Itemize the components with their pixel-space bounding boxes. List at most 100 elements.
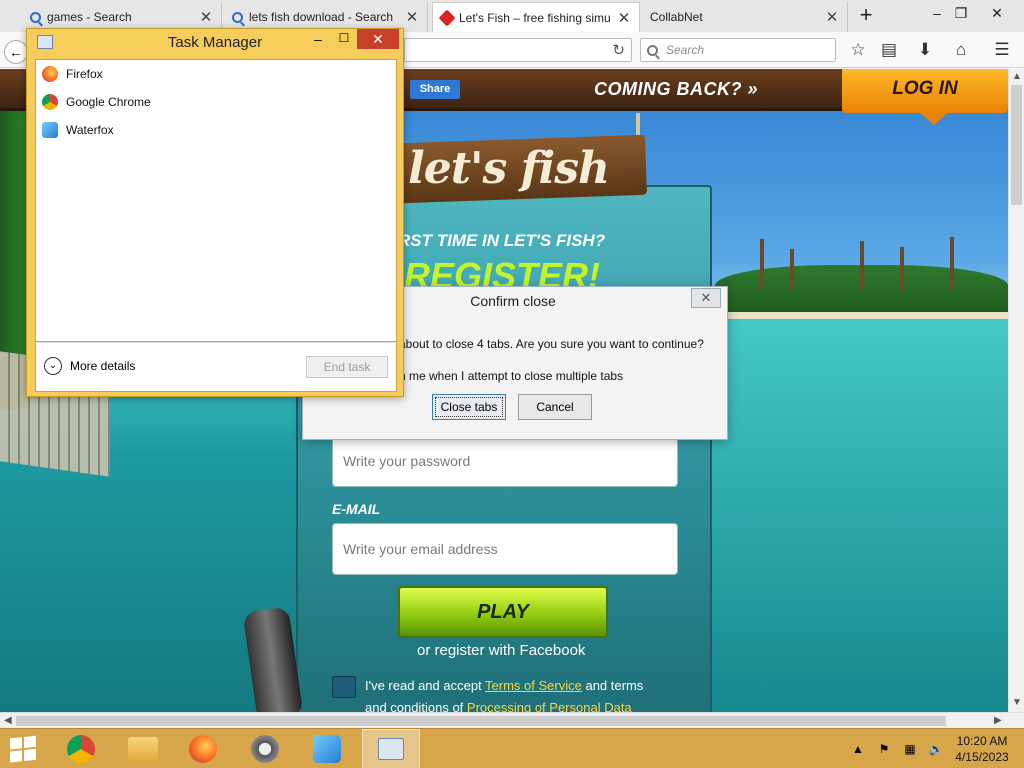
password-input[interactable]: Write your password [332, 435, 678, 487]
tab-title: CollabNet [650, 10, 703, 24]
close-icon[interactable]: ✕ [405, 8, 419, 26]
first-time-heading: RST TIME IN LET'S FISH? [398, 231, 606, 250]
reload-icon[interactable]: ↻ [612, 41, 625, 59]
terms2-prefix: and conditions of [365, 700, 467, 712]
personal-data-link[interactable]: Processing of Personal Data [467, 700, 632, 712]
task-manager-titlebar[interactable]: Task Manager – ☐ ✕ [27, 29, 403, 57]
terms-text-2: and conditions of Processing of Personal… [365, 700, 632, 712]
chrome-icon [67, 735, 95, 763]
warn-checkbox-label[interactable]: n me when I attempt to close multiple ta… [399, 369, 623, 383]
fishing-rod-decoration [242, 606, 304, 712]
coming-back-link[interactable]: COMING BACK? » [594, 79, 758, 100]
taskbar-firefox[interactable] [174, 729, 232, 768]
process-name: Google Chrome [66, 95, 151, 109]
close-tabs-button[interactable]: Close tabs [432, 394, 506, 420]
sea-decoration [700, 319, 1008, 712]
lets-fish-logo: let's fish [408, 143, 610, 194]
raccoon-icon [251, 735, 279, 763]
clock-time: 10:20 AM [956, 734, 1008, 748]
tab-collabnet[interactable]: CollabNet ✕ [642, 2, 848, 32]
minimize-button[interactable]: – [305, 31, 331, 51]
taskbar-raccoon-app[interactable] [236, 729, 294, 768]
process-list: Firefox Google Chrome Waterfox [35, 59, 397, 342]
taskbar-clock[interactable]: 10:20 AM 4/15/2023 [950, 733, 1014, 765]
windows-start-icon[interactable] [10, 735, 38, 763]
waterfox-icon [313, 735, 341, 763]
menu-icon[interactable]: ☰ [990, 39, 1014, 61]
bookmark-star-icon[interactable]: ☆ [846, 39, 870, 61]
close-icon[interactable]: ✕ [199, 8, 213, 26]
horizontal-scroll-thumb[interactable] [16, 716, 946, 726]
back-button[interactable]: ← [4, 40, 28, 64]
terms-checkbox[interactable] [332, 676, 356, 698]
facebook-register-link[interactable]: or register with Facebook [417, 642, 585, 659]
network-icon[interactable]: ▦ [902, 742, 918, 756]
taskbar-file-explorer[interactable] [114, 729, 172, 768]
chevron-up-icon[interactable]: ▲ [850, 742, 866, 756]
clock-date: 4/15/2023 [955, 750, 1009, 764]
close-icon[interactable]: ✕ [691, 288, 721, 308]
bookmarks-list-icon[interactable]: ▤ [877, 39, 901, 61]
vertical-scroll-thumb[interactable] [1011, 85, 1022, 205]
palm-tree-decoration [790, 249, 794, 289]
search-icon [30, 11, 41, 23]
scroll-up-icon[interactable]: ▲ [1012, 71, 1022, 82]
end-task-button[interactable]: End task [306, 356, 388, 378]
volume-muted-icon[interactable]: 🔈 [928, 742, 944, 756]
list-item-waterfox[interactable]: Waterfox [42, 118, 114, 142]
palm-tree-decoration [950, 237, 954, 289]
close-button[interactable]: ✕ [357, 29, 399, 49]
firefox-icon [42, 66, 58, 82]
login-button[interactable]: LOG IN [842, 69, 1008, 125]
chrome-icon [42, 94, 58, 110]
terms-text: I've read and accept Terms of Service an… [365, 678, 643, 693]
task-manager-window: Task Manager – ☐ ✕ Firefox Google Chrome… [26, 28, 404, 397]
more-details-label: More details [70, 359, 136, 373]
scroll-right-icon[interactable]: ▶ [994, 715, 1002, 726]
chevron-down-icon: ⌄ [44, 357, 62, 375]
taskbar-waterfox[interactable] [298, 729, 356, 768]
search-placeholder: Search [666, 43, 705, 57]
share-button[interactable]: Share [410, 80, 460, 99]
flag-icon[interactable]: ⚑ [876, 742, 892, 756]
vertical-scrollbar[interactable]: ▲ ▼ [1008, 69, 1024, 712]
new-tab-button[interactable]: + [852, 4, 880, 28]
tab-lets-fish[interactable]: Let's Fish – free fishing simu ✕ [432, 2, 640, 32]
search-icon [647, 44, 658, 56]
close-icon[interactable]: ✕ [825, 8, 839, 26]
search-input[interactable]: Search [640, 38, 836, 62]
task-manager-footer: ⌄ More details End task [35, 342, 397, 392]
maximize-button[interactable]: ☐ [331, 31, 357, 51]
horizontal-scrollbar[interactable]: ◀ ▶ [0, 712, 1024, 728]
close-window-button[interactable]: ✕ [980, 0, 1014, 28]
more-details-button[interactable]: ⌄ More details [44, 357, 135, 375]
email-label: E-MAIL [332, 501, 381, 517]
windows-taskbar: ▲ ⚑ ▦ 🔈 10:20 AM 4/15/2023 [0, 728, 1024, 768]
taskbar-chrome[interactable] [52, 729, 110, 768]
play-button[interactable]: PLAY [398, 586, 608, 638]
download-icon[interactable]: ⬇ [913, 39, 937, 61]
url-bar[interactable]: ↻ [404, 38, 632, 62]
palm-tree-decoration [760, 239, 764, 289]
list-item-google-chrome[interactable]: Google Chrome [42, 90, 151, 114]
home-icon[interactable]: ⌂ [949, 39, 973, 61]
palm-tree-decoration [860, 241, 864, 289]
palm-tree-decoration [900, 247, 904, 291]
close-icon[interactable]: ✕ [617, 9, 631, 27]
waterfox-icon [42, 122, 58, 138]
tab-title: Let's Fish – free fishing simu [459, 10, 611, 25]
email-input[interactable]: Write your email address [332, 523, 678, 575]
firefox-icon [189, 735, 217, 763]
taskbar-task-manager[interactable] [362, 729, 420, 768]
scroll-down-icon[interactable]: ▼ [1012, 697, 1022, 708]
system-tray: ▲ ⚑ ▦ 🔈 [850, 729, 954, 768]
terms-suffix: and terms [581, 678, 644, 693]
list-item-firefox[interactable]: Firefox [42, 62, 103, 86]
terms-of-service-link[interactable]: Terms of Service [485, 678, 582, 693]
restore-window-button[interactable]: ❐ [944, 0, 978, 28]
process-name: Firefox [66, 67, 103, 81]
cancel-button[interactable]: Cancel [518, 394, 592, 420]
task-manager-icon [378, 738, 404, 760]
tab-title: games - Search [47, 10, 132, 24]
scroll-left-icon[interactable]: ◀ [4, 715, 12, 726]
